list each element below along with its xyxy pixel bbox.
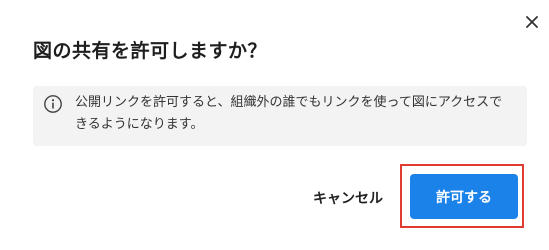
- info-box: 公開リンクを許可すると、組織外の誰でもリンクを使って図にアクセスできるようになり…: [33, 86, 527, 146]
- share-dialog: 図の共有を許可しますか？ 公開リンクを許可すると、組織外の誰でもリンクを使って図…: [0, 0, 549, 250]
- dialog-title: 図の共有を許可しますか？: [33, 40, 268, 62]
- close-icon: [526, 16, 538, 28]
- cancel-button[interactable]: キャンセル: [300, 180, 396, 216]
- close-button[interactable]: [518, 8, 546, 36]
- info-icon: [44, 95, 62, 113]
- allow-button[interactable]: 許可する: [410, 174, 518, 219]
- info-message: 公開リンクを許可すると、組織外の誰でもリンクを使って図にアクセスできるようになり…: [75, 95, 503, 132]
